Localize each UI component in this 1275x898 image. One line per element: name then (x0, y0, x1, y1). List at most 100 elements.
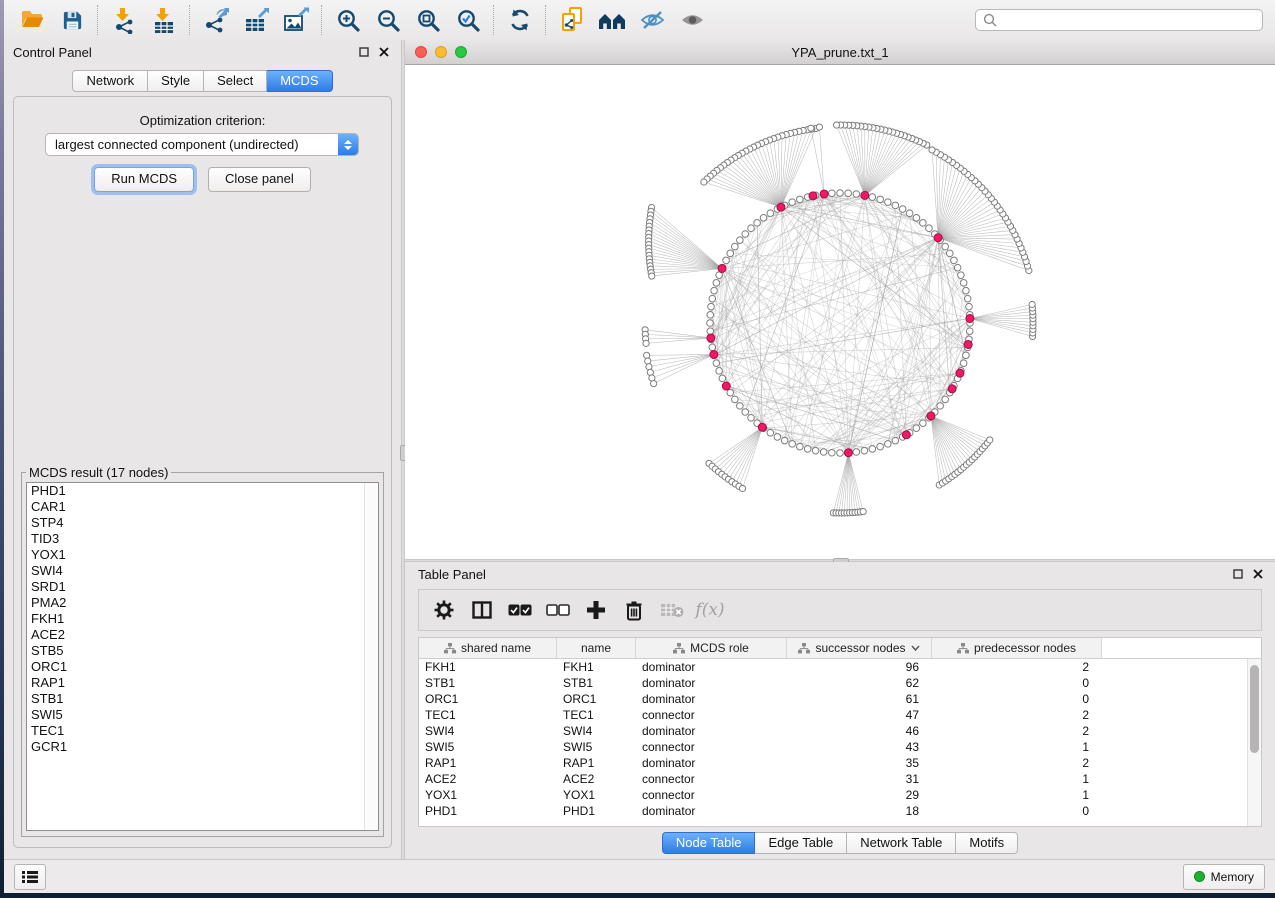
cell-mcds-role[interactable]: connector (636, 707, 787, 723)
cell-shared-name[interactable]: RAP1 (419, 755, 557, 771)
export-image-button[interactable] (276, 4, 316, 36)
mcds-result-item[interactable]: STP4 (27, 515, 378, 531)
mcds-result-list[interactable]: PHD1CAR1STP4TID3YOX1SWI4SRD1PMA2FKH1ACE2… (26, 482, 379, 831)
mcds-result-item[interactable]: PHD1 (27, 483, 378, 499)
cell-name[interactable]: PHD1 (557, 803, 636, 819)
cell-shared-name[interactable]: STB1 (419, 675, 557, 691)
memory-button[interactable]: Memory (1183, 864, 1265, 890)
cell-predecessor-nodes[interactable]: 0 (932, 675, 1102, 691)
unselect-all-columns-button[interactable] (543, 595, 573, 625)
cell-successor-nodes[interactable]: 47 (787, 707, 932, 723)
tab-edge-table[interactable]: Edge Table (755, 832, 847, 854)
mcds-result-item[interactable]: STB1 (27, 691, 378, 707)
zoom-selected-button[interactable] (448, 4, 488, 36)
cell-successor-nodes[interactable]: 35 (787, 755, 932, 771)
cell-predecessor-nodes[interactable]: 2 (932, 755, 1102, 771)
table-options-button[interactable] (429, 595, 459, 625)
select-all-columns-button[interactable] (505, 595, 535, 625)
float-panel-icon[interactable] (1230, 567, 1246, 581)
import-network-button[interactable] (104, 4, 144, 36)
tab-style[interactable]: Style (148, 70, 204, 92)
cell-successor-nodes[interactable]: 31 (787, 771, 932, 787)
cell-predecessor-nodes[interactable]: 2 (932, 723, 1102, 739)
network-graph[interactable] (405, 65, 1275, 559)
cell-shared-name[interactable]: SWI5 (419, 739, 557, 755)
table-scrollbar[interactable] (1247, 659, 1261, 826)
table-row[interactable]: SWI5SWI5connector431 (419, 739, 1261, 755)
mcds-result-item[interactable]: ORC1 (27, 659, 378, 675)
table-row[interactable]: SWI4SWI4dominator462 (419, 723, 1261, 739)
cell-mcds-role[interactable]: dominator (636, 803, 787, 819)
cell-shared-name[interactable]: FKH1 (419, 659, 557, 675)
table-row[interactable]: RAP1RAP1dominator352 (419, 755, 1261, 771)
save-button[interactable] (52, 4, 92, 36)
tab-node-table[interactable]: Node Table (662, 832, 756, 854)
cell-successor-nodes[interactable]: 43 (787, 739, 932, 755)
table-row[interactable]: PHD1PHD1dominator180 (419, 803, 1261, 819)
cell-shared-name[interactable]: YOX1 (419, 787, 557, 803)
mcds-result-item[interactable]: TEC1 (27, 723, 378, 739)
cell-predecessor-nodes[interactable]: 2 (932, 707, 1102, 723)
network-canvas[interactable] (405, 65, 1275, 559)
cell-name[interactable]: ORC1 (557, 691, 636, 707)
table-row[interactable]: STB1STB1dominator620 (419, 675, 1261, 691)
cell-name[interactable]: STB1 (557, 675, 636, 691)
mcds-result-item[interactable]: FKH1 (27, 611, 378, 627)
panel-list-button[interactable] (14, 864, 46, 890)
cell-name[interactable]: SWI5 (557, 739, 636, 755)
cell-name[interactable]: YOX1 (557, 787, 636, 803)
cell-predecessor-nodes[interactable]: 0 (932, 803, 1102, 819)
tab-network[interactable]: Network (72, 70, 148, 92)
cell-predecessor-nodes[interactable]: 2 (932, 659, 1102, 675)
scrollbar-thumb[interactable] (1250, 665, 1259, 753)
cell-mcds-role[interactable]: connector (636, 739, 787, 755)
delete-column-button[interactable] (619, 595, 649, 625)
mcds-result-item[interactable]: ACE2 (27, 627, 378, 643)
tab-network-table[interactable]: Network Table (847, 832, 956, 854)
column-header-mcds-role[interactable]: MCDS role (636, 638, 787, 658)
mcds-result-item[interactable]: TID3 (27, 531, 378, 547)
cell-successor-nodes[interactable]: 62 (787, 675, 932, 691)
cell-predecessor-nodes[interactable]: 0 (932, 691, 1102, 707)
mcds-result-item[interactable]: YOX1 (27, 547, 378, 563)
tab-mcds[interactable]: MCDS (267, 70, 332, 92)
search-input[interactable] (1002, 12, 1262, 28)
refresh-button[interactable] (500, 4, 540, 36)
cell-successor-nodes[interactable]: 96 (787, 659, 932, 675)
cell-mcds-role[interactable]: dominator (636, 675, 787, 691)
zoom-fit-button[interactable] (408, 4, 448, 36)
close-panel-icon[interactable] (376, 45, 392, 59)
cell-mcds-role[interactable]: dominator (636, 755, 787, 771)
cell-successor-nodes[interactable]: 18 (787, 803, 932, 819)
export-network-button[interactable] (196, 4, 236, 36)
table-row[interactable]: ACE2ACE2connector311 (419, 771, 1261, 787)
cell-mcds-role[interactable]: dominator (636, 723, 787, 739)
cell-name[interactable]: FKH1 (557, 659, 636, 675)
show-all-button[interactable] (672, 4, 712, 36)
hide-selected-button[interactable] (632, 4, 672, 36)
cell-name[interactable]: ACE2 (557, 771, 636, 787)
show-column-button[interactable] (467, 595, 497, 625)
mcds-result-item[interactable]: GCR1 (27, 739, 378, 755)
tab-motifs[interactable]: Motifs (956, 832, 1018, 854)
column-header-shared-name[interactable]: shared name (419, 638, 557, 658)
cell-predecessor-nodes[interactable]: 1 (932, 739, 1102, 755)
column-header-successor-nodes[interactable]: successor nodes (787, 638, 932, 658)
table-row[interactable]: TEC1TEC1connector472 (419, 707, 1261, 723)
cell-mcds-role[interactable]: connector (636, 771, 787, 787)
optimization-criterion-select[interactable]: largest connected component (undirected) (45, 133, 359, 156)
first-neighbors-button[interactable] (592, 4, 632, 36)
cell-shared-name[interactable]: PHD1 (419, 803, 557, 819)
mcds-result-item[interactable]: RAP1 (27, 675, 378, 691)
table-row[interactable]: YOX1YOX1connector291 (419, 787, 1261, 803)
cell-mcds-role[interactable]: dominator (636, 691, 787, 707)
tab-select[interactable]: Select (204, 70, 267, 92)
cell-shared-name[interactable]: ACE2 (419, 771, 557, 787)
copy-style-button[interactable] (552, 4, 592, 36)
cell-mcds-role[interactable]: connector (636, 787, 787, 803)
cell-mcds-role[interactable]: dominator (636, 659, 787, 675)
zoom-out-button[interactable] (368, 4, 408, 36)
cell-name[interactable]: RAP1 (557, 755, 636, 771)
cell-successor-nodes[interactable]: 61 (787, 691, 932, 707)
cell-successor-nodes[interactable]: 29 (787, 787, 932, 803)
